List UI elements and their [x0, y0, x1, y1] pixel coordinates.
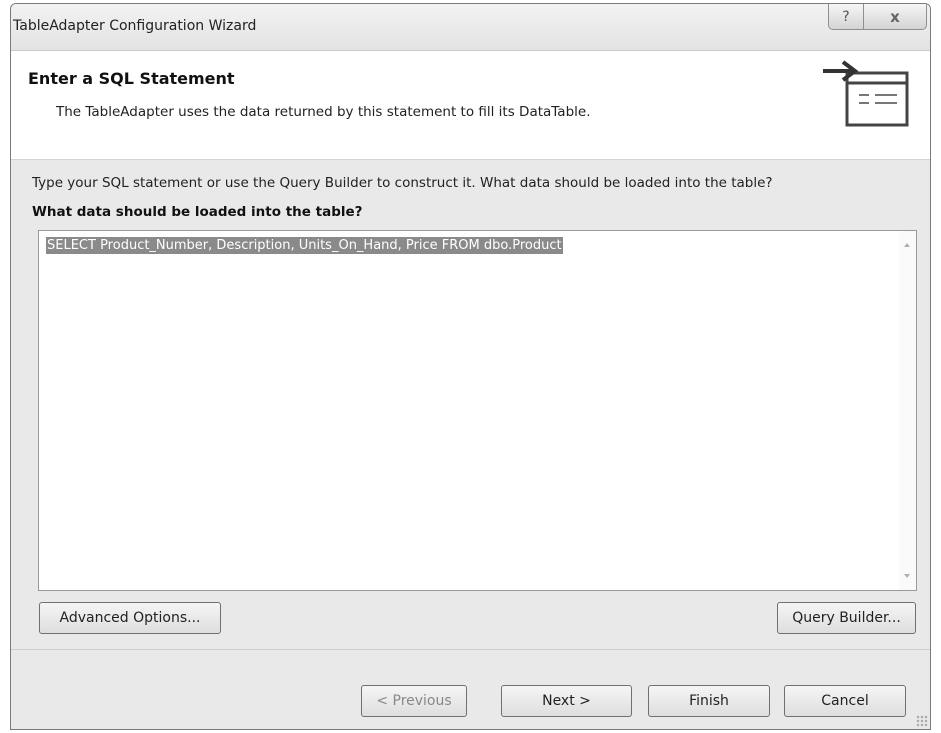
previous-button[interactable]: < Previous [361, 685, 467, 717]
vertical-scrollbar[interactable] [899, 231, 916, 590]
query-builder-button[interactable]: Query Builder... [777, 602, 916, 634]
sql-statement-textarea[interactable]: SELECT Product_Number, Description, Unit… [38, 230, 917, 591]
cancel-button[interactable]: Cancel [784, 685, 906, 717]
next-button[interactable]: Next > [501, 685, 632, 717]
sql-statement-icon [823, 60, 909, 127]
sql-prompt-label: What data should be loaded into the tabl… [32, 204, 363, 220]
help-button[interactable]: ? [828, 4, 864, 30]
advanced-options-button[interactable]: Advanced Options... [39, 602, 221, 634]
page-description: The TableAdapter uses the data returned … [56, 104, 591, 120]
wizard-header: Enter a SQL Statement The TableAdapter u… [11, 50, 930, 160]
sql-statement-text[interactable]: SELECT Product_Number, Description, Unit… [46, 237, 563, 254]
help-icon: ? [842, 8, 850, 25]
scroll-down-icon[interactable] [904, 574, 910, 578]
wizard-window: TableAdapter Configuration Wizard ? x En… [10, 3, 931, 730]
close-button[interactable]: x [863, 4, 927, 30]
close-icon: x [890, 7, 900, 26]
page-title: Enter a SQL Statement [28, 69, 235, 88]
footer-divider [11, 649, 930, 650]
finish-button[interactable]: Finish [648, 685, 770, 717]
resize-grip-icon[interactable] [916, 715, 928, 727]
scroll-up-icon[interactable] [904, 243, 910, 247]
instructions-text: Type your SQL statement or use the Query… [32, 175, 773, 191]
window-title: TableAdapter Configuration Wizard [13, 18, 257, 34]
title-bar: TableAdapter Configuration Wizard ? x [11, 4, 930, 50]
